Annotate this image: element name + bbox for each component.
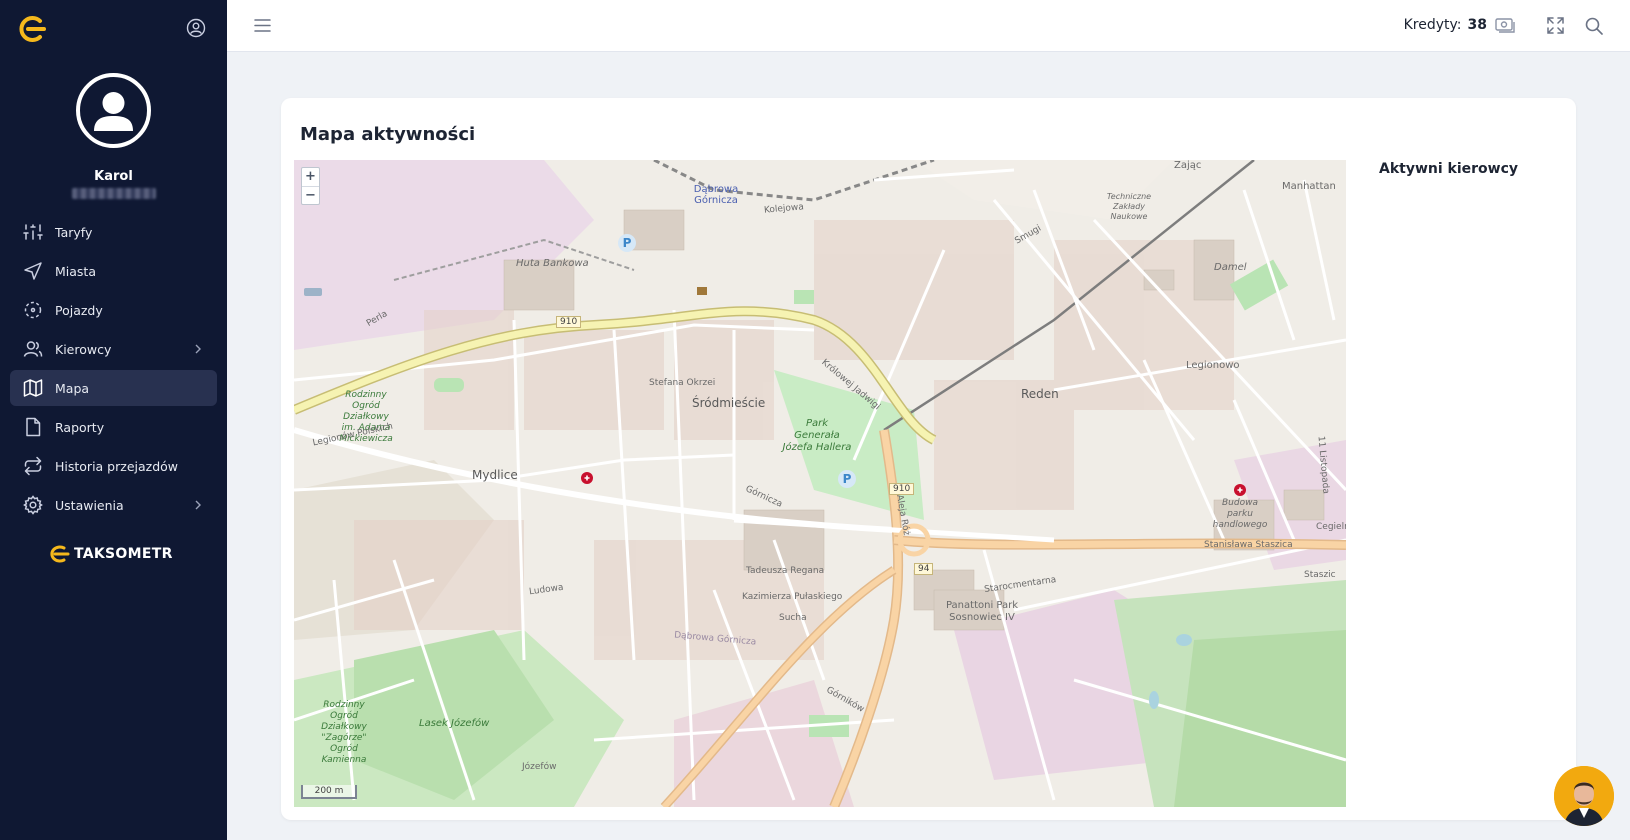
search-icon[interactable] bbox=[1585, 17, 1603, 35]
brand-logo: TAKSOMETR bbox=[48, 545, 173, 563]
road-number: 94 bbox=[914, 563, 934, 575]
sidebar-nav: Taryfy Miasta Pojazdy Kierowcy Mapa Rapo… bbox=[10, 214, 217, 526]
map-label: Dąbrowa Górnicza bbox=[693, 184, 739, 206]
repeat-icon bbox=[24, 456, 42, 476]
map-label: Lasek Józefów bbox=[419, 718, 490, 729]
activity-map-card: Mapa aktywności P P Dąbrowa Górnicza Hut… bbox=[281, 98, 1576, 820]
taksometr-logo-icon bbox=[50, 545, 70, 563]
vehicle-scan-icon bbox=[24, 301, 42, 319]
sidebar-item-label: Raporty bbox=[55, 419, 105, 435]
zoom-control: + − bbox=[301, 167, 320, 205]
chevron-right-icon bbox=[195, 344, 201, 354]
map-icon bbox=[23, 379, 43, 397]
map-label: Zając bbox=[1174, 160, 1202, 171]
sidebar-item-label: Mapa bbox=[55, 380, 90, 396]
svg-text:P: P bbox=[843, 472, 852, 486]
sidebar-item-mapa[interactable]: Mapa bbox=[10, 370, 217, 406]
active-drivers-title: Aktywni kierowcy bbox=[1379, 161, 1519, 177]
svg-text:P: P bbox=[623, 236, 632, 250]
map-label: Legionowo bbox=[1186, 360, 1240, 371]
sidebar-item-raporty[interactable]: Raporty bbox=[10, 409, 217, 445]
user-circle-icon[interactable] bbox=[186, 18, 206, 38]
hamburger-menu-icon[interactable] bbox=[254, 18, 271, 33]
avatar bbox=[76, 73, 151, 148]
sidebar-item-taryfy[interactable]: Taryfy bbox=[10, 214, 217, 250]
map-label: Huta Bankowa bbox=[516, 258, 589, 269]
fullscreen-icon[interactable] bbox=[1547, 17, 1564, 34]
map-label: Reden bbox=[1021, 387, 1059, 401]
map-label: Mydlice bbox=[472, 468, 518, 482]
app-logo-icon[interactable] bbox=[18, 16, 48, 42]
gear-icon bbox=[23, 495, 43, 515]
map-label: Damel bbox=[1214, 262, 1247, 273]
sidebar-item-label: Kierowcy bbox=[55, 341, 112, 357]
map-label: Śródmieście bbox=[692, 396, 766, 410]
street-label: Tadeusza Regana bbox=[746, 566, 825, 576]
credits-value: 38 bbox=[1467, 17, 1487, 33]
map-label: Rodzinny Ogród Działkowy "Zagórze" Ogród… bbox=[321, 700, 367, 765]
street-label: Józefów bbox=[522, 762, 557, 772]
file-icon bbox=[26, 417, 41, 437]
support-chat-avatar[interactable] bbox=[1554, 766, 1614, 826]
activity-map[interactable]: P P Dąbrowa Górnicza Huta Bankowa Śródmi… bbox=[294, 160, 1346, 807]
sidebar-item-label: Historia przejazdów bbox=[55, 458, 179, 474]
map-label: Manhattan bbox=[1282, 181, 1336, 192]
map-label: Staszic bbox=[1304, 570, 1336, 580]
chevron-right-icon bbox=[195, 500, 201, 510]
money-icon[interactable] bbox=[1495, 17, 1515, 33]
users-icon bbox=[23, 341, 43, 357]
sidebar-item-label: Pojazdy bbox=[55, 302, 103, 318]
map-label: Panattoni Park Sosnowiec IV bbox=[945, 600, 1019, 623]
sidebar-item-miasta[interactable]: Miasta bbox=[10, 253, 217, 289]
sidebar-item-ustawienia[interactable]: Ustawienia bbox=[10, 487, 217, 523]
map-label: Techniczne Zakłady Naukowe bbox=[1106, 192, 1152, 221]
sidebar-item-label: Miasta bbox=[55, 263, 96, 279]
support-agent-icon bbox=[1554, 766, 1614, 826]
sidebar-item-pojazdy[interactable]: Pojazdy bbox=[10, 292, 217, 328]
zoom-out-button[interactable]: − bbox=[302, 186, 319, 204]
map-scale: 200 m bbox=[301, 785, 357, 799]
map-label: Budowa parku handlowego bbox=[1212, 498, 1268, 530]
street-label: Kazimierza Pułaskiego bbox=[742, 592, 843, 602]
road-number: 910 bbox=[556, 316, 582, 328]
credits-display: Kredyty: 38 bbox=[1404, 17, 1515, 33]
street-label: Stanisława Staszica bbox=[1204, 540, 1293, 550]
zoom-in-button[interactable]: + bbox=[302, 168, 319, 186]
sidebar-item-label: Ustawienia bbox=[55, 497, 124, 513]
user-name: Karol bbox=[94, 169, 133, 184]
sidebar-item-kierowcy[interactable]: Kierowcy bbox=[10, 331, 217, 367]
map-label: Cegielnia bbox=[1316, 522, 1346, 532]
street-label: Sucha bbox=[779, 613, 807, 623]
navigation-icon bbox=[24, 262, 42, 280]
person-icon bbox=[94, 92, 133, 131]
user-email-redacted bbox=[72, 188, 156, 199]
page-title: Mapa aktywności bbox=[300, 124, 476, 145]
sidebar: Karol Taryfy Miasta Pojazdy Kierowcy Map… bbox=[0, 0, 227, 840]
sidebar-item-label: Taryfy bbox=[55, 224, 93, 240]
sliders-icon bbox=[23, 224, 43, 240]
map-tiles: P P bbox=[294, 160, 1346, 807]
top-bar: Kredyty: 38 bbox=[227, 0, 1630, 52]
street-label: Stefana Okrzei bbox=[649, 378, 716, 388]
map-label: Park Generała Józefa Hallera bbox=[782, 418, 852, 453]
brand-name: TAKSOMETR bbox=[74, 546, 173, 562]
credits-label: Kredyty: bbox=[1403, 17, 1462, 33]
sidebar-item-historia[interactable]: Historia przejazdów bbox=[10, 448, 217, 484]
